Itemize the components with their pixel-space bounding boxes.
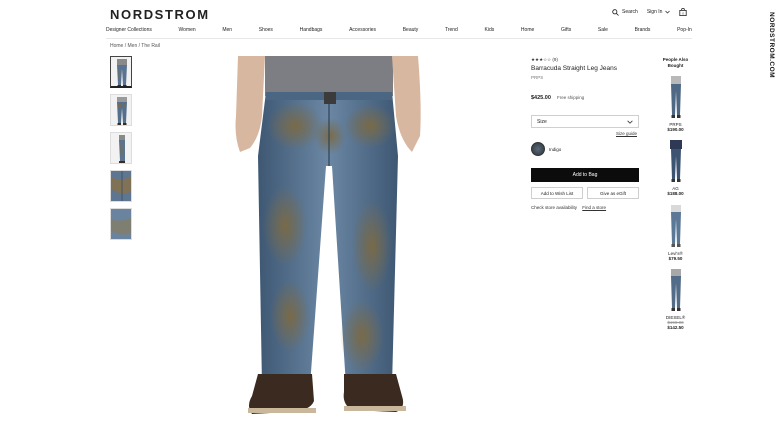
nav-item[interactable]: Gifts — [561, 27, 571, 33]
thumbnail-strip — [110, 56, 132, 246]
thumbnail-fabric[interactable] — [110, 208, 132, 240]
jeans-thumbnail-image — [119, 135, 125, 163]
nav-item[interactable]: Designer Collections — [106, 27, 152, 33]
recommended-price: $79.50 — [668, 256, 683, 261]
chevron-down-icon — [665, 10, 671, 14]
thumbnail-side[interactable] — [110, 132, 132, 164]
jeans-thumbnail-image — [111, 209, 131, 239]
signin-label: Sign In — [646, 9, 663, 15]
recommended-product[interactable]: AG $188.00 — [659, 139, 692, 196]
size-guide-link[interactable]: Size guide — [616, 131, 637, 136]
search-icon — [612, 8, 619, 16]
nav-item[interactable]: Pop-In — [677, 27, 692, 33]
bag-icon: 0 — [679, 8, 688, 16]
thumbnail-back[interactable] — [110, 94, 132, 126]
nav-item[interactable]: Handbags — [300, 27, 323, 33]
nav-item[interactable]: Men — [222, 27, 232, 33]
recommended-product[interactable]: DIESEL® $190.00 $142.50 — [659, 268, 692, 330]
site-watermark: NORDSTROM.COM — [768, 12, 775, 79]
search-label: Search — [622, 9, 638, 15]
jeans-thumbnail-image — [117, 97, 127, 125]
product-hero-image[interactable] — [190, 56, 460, 439]
nav-item[interactable]: Home — [521, 27, 534, 33]
find-store-link[interactable]: Find a store — [582, 205, 606, 210]
color-swatch-indigo[interactable] — [531, 142, 545, 156]
store-availability: Check store availability Find a store — [531, 205, 606, 210]
header-tools: Search Sign In 0 — [612, 8, 688, 16]
product-title: Barracuda Straight Leg Jeans — [531, 65, 617, 72]
give-as-egift-button[interactable]: Give as eGift — [587, 187, 639, 199]
nav-item[interactable]: Brands — [635, 27, 651, 33]
recommended-price: $190.00 — [667, 127, 684, 132]
recommended-price: $142.50 — [667, 325, 684, 330]
size-select[interactable]: Size — [531, 115, 639, 128]
nav-item[interactable]: Shoes — [259, 27, 273, 33]
nav-item[interactable]: Trend — [445, 27, 458, 33]
thumbnail-front[interactable] — [110, 56, 132, 88]
chevron-down-icon — [627, 120, 633, 124]
recommended-product-image — [669, 140, 682, 182]
shopping-bag-button[interactable]: 0 — [679, 8, 688, 16]
color-label: Indigo — [549, 147, 562, 152]
jeans-thumbnail-image — [111, 171, 131, 201]
shipping-note: Free shipping — [557, 95, 585, 100]
recommended-product-image — [670, 205, 681, 247]
store-availability-text: Check store availability — [531, 205, 578, 210]
signin-button[interactable]: Sign In — [647, 9, 671, 15]
people-also-bought-title: People Also Bought — [662, 57, 689, 68]
main-nav: Designer Collections Women Men Shoes Han… — [106, 27, 692, 33]
nav-item[interactable]: Women — [179, 27, 196, 33]
product-rating[interactable]: ★★★☆☆ (9) — [531, 57, 558, 63]
nav-item[interactable]: Beauty — [403, 27, 419, 33]
recommended-product-image — [670, 76, 681, 118]
nav-item[interactable]: Sale — [598, 27, 608, 33]
breadcrumb[interactable]: Home / Men / The Rail — [110, 43, 160, 49]
recommended-product[interactable]: Levi's® $79.50 — [659, 204, 692, 261]
thumbnail-detail[interactable] — [110, 170, 132, 202]
nav-divider — [106, 38, 692, 39]
nav-item[interactable]: Accessories — [349, 27, 376, 33]
nav-item[interactable]: Kids — [485, 27, 495, 33]
product-price: $425.00 — [531, 95, 551, 101]
product-brand[interactable]: PRPS — [531, 75, 543, 80]
nordstrom-logo[interactable]: NORDSTROM — [110, 7, 210, 22]
muddy-jeans-model-image — [235, 56, 421, 414]
add-to-bag-button[interactable]: Add to Bag — [531, 168, 639, 182]
recommended-product[interactable]: PRPS $190.00 — [659, 75, 692, 132]
recommended-product-image — [670, 269, 681, 311]
jeans-thumbnail-image — [117, 59, 127, 86]
recommended-price: $188.00 — [667, 191, 684, 196]
svg-text:0: 0 — [683, 12, 685, 16]
size-select-label: Size — [537, 118, 547, 125]
add-to-wish-list-button[interactable]: Add to Wish List — [531, 187, 583, 199]
search-button[interactable]: Search — [612, 8, 638, 16]
